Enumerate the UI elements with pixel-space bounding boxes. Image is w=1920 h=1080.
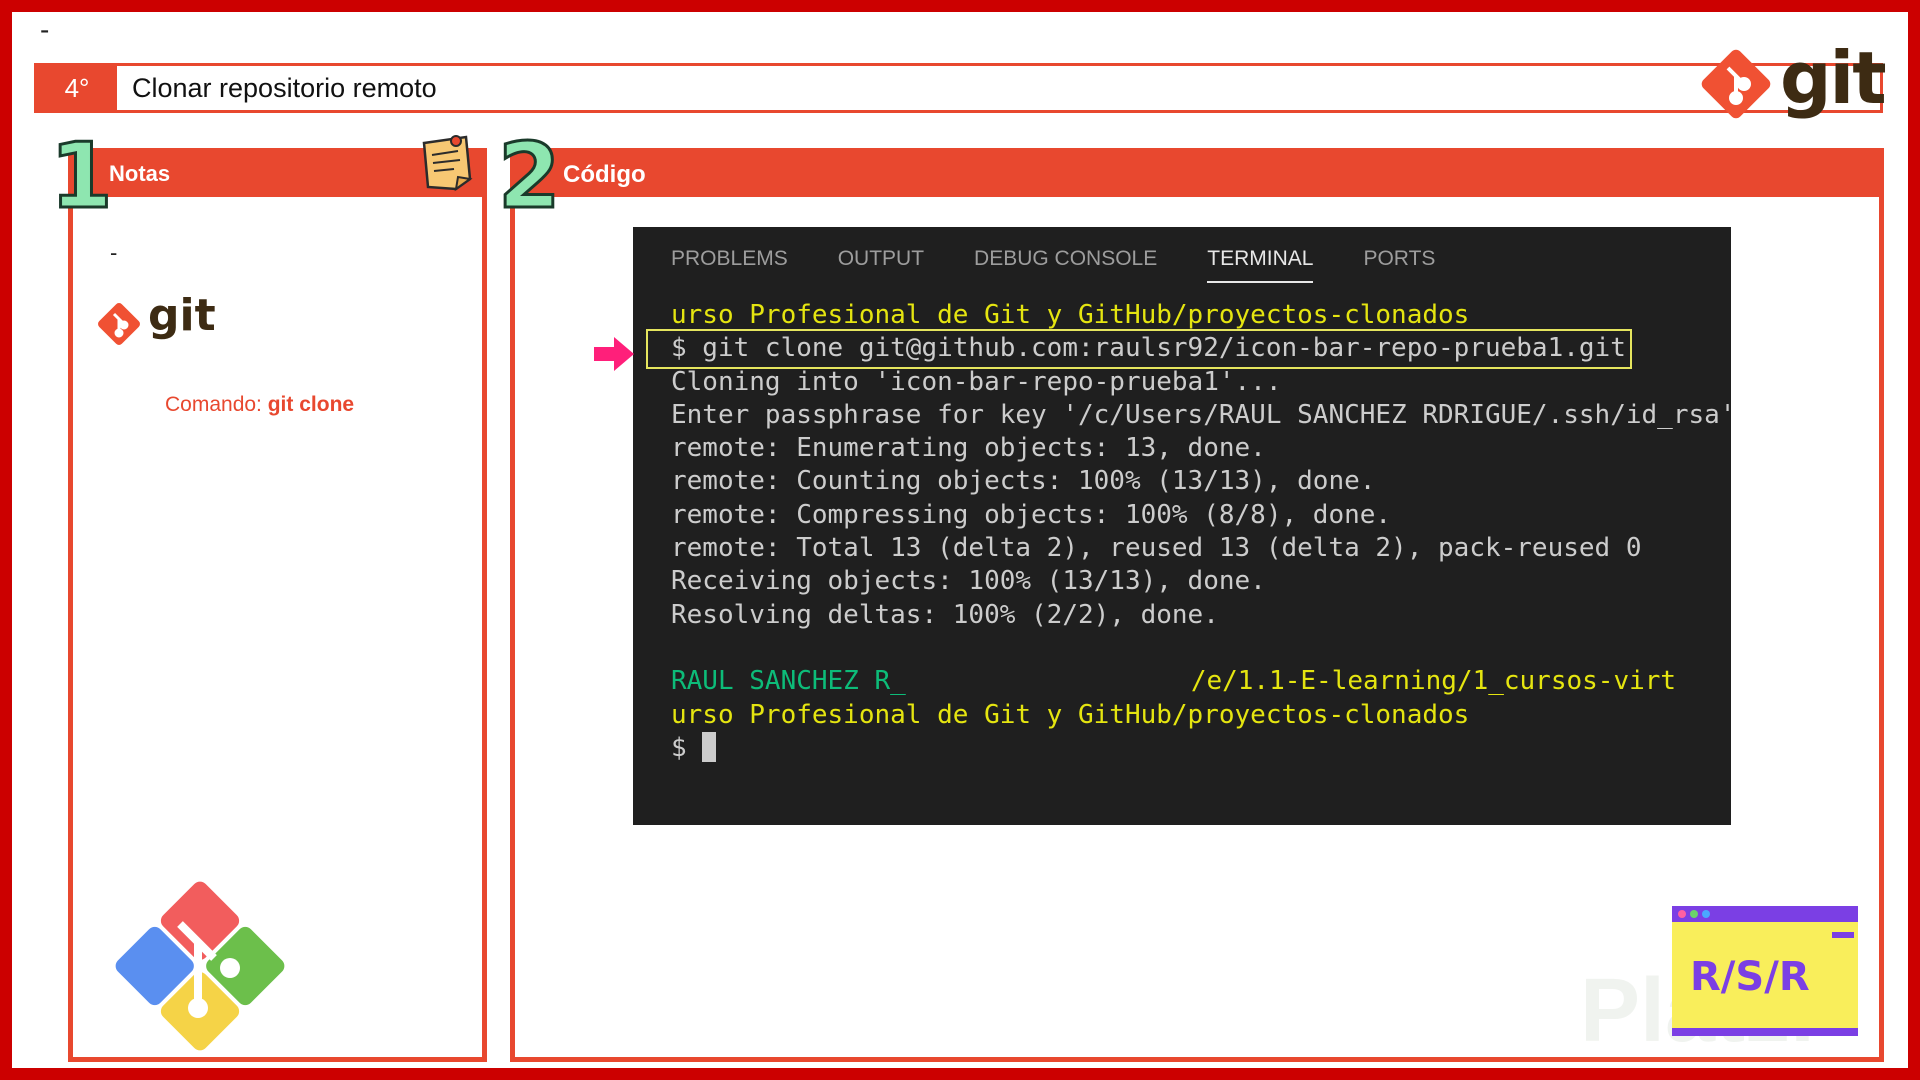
terminal-line: remote: Total 13 (delta 2), reused 13 (d…: [671, 533, 1642, 564]
prompt-path: /e/1.1-E-learning/1_cursos-virt: [1190, 666, 1677, 697]
terminal-line: remote: Compressing objects: 100% (8/8),…: [671, 499, 1392, 530]
terminal-line: Receiving objects: 100% (13/13), done.: [671, 566, 1266, 597]
terminal-line: remote: Enumerating objects: 13, done.: [671, 433, 1266, 464]
rsr-badge-text: R/S/R: [1690, 954, 1810, 1000]
tab-ports[interactable]: PORTS: [1363, 247, 1435, 283]
command-label: Comando:: [165, 393, 262, 416]
command-value: git clone: [267, 393, 355, 416]
terminal-prompt-line: RAUL SANCHEZ R_ /e/1.1-E-learning/1_curso…: [671, 665, 1731, 698]
git-logo-small-icon: [98, 303, 140, 345]
notes-number: 1: [49, 124, 115, 229]
prompt-user: RAUL SANCHEZ R_: [671, 666, 906, 697]
title-bar: 4° Clonar repositorio remoto: [34, 63, 1883, 113]
tab-output[interactable]: OUTPUT: [838, 247, 924, 283]
terminal-line: remote: Counting objects: 100% (13/13), …: [671, 466, 1376, 497]
terminal-line: Enter passphrase for key '/c/Users/RAUL …: [671, 399, 1731, 430]
code-header: Código: [515, 153, 1879, 197]
prompt-symbol: $: [671, 732, 687, 763]
tab-problems[interactable]: PROBLEMS: [671, 247, 788, 283]
top-dash: -: [40, 14, 50, 45]
step-number-badge: 4°: [37, 66, 117, 110]
rsr-badge-logo: R/S/R: [1672, 906, 1858, 1036]
terminal-line: Resolving deltas: 100% (2/2), done.: [671, 599, 1219, 630]
sticky-note-icon: [422, 135, 473, 192]
git-branch-logo-icon: [115, 881, 285, 1051]
command-note: Comando: git clone: [165, 393, 354, 417]
notes-header-label: Notas: [109, 161, 171, 186]
terminal-panel[interactable]: PROBLEMS OUTPUT DEBUG CONSOLE TERMINAL P…: [633, 227, 1731, 825]
pointer-arrow-icon: [594, 337, 634, 371]
git-wordmark: git: [1780, 36, 1887, 120]
tab-terminal[interactable]: TERMINAL: [1207, 247, 1314, 283]
terminal-tabs: PROBLEMS OUTPUT DEBUG CONSOLE TERMINAL P…: [671, 247, 1485, 283]
notes-dash: -: [110, 240, 118, 265]
tab-debug-console[interactable]: DEBUG CONSOLE: [974, 247, 1157, 283]
slide-title: Clonar repositorio remoto: [132, 73, 437, 103]
terminal-line: urso Profesional de Git y GitHub/proyect…: [671, 300, 1470, 330]
code-number: 2: [497, 124, 563, 229]
terminal-input-line[interactable]: $: [671, 731, 1731, 765]
highlight-box: [646, 329, 1632, 369]
terminal-line: urso Profesional de Git y GitHub/proyect…: [671, 699, 1470, 730]
terminal-cursor[interactable]: [702, 731, 717, 762]
code-header-label: Código: [563, 161, 646, 188]
git-wordmark-small: git: [148, 290, 216, 341]
terminal-line: Cloning into 'icon-bar-repo-prueba1'...: [671, 366, 1282, 397]
